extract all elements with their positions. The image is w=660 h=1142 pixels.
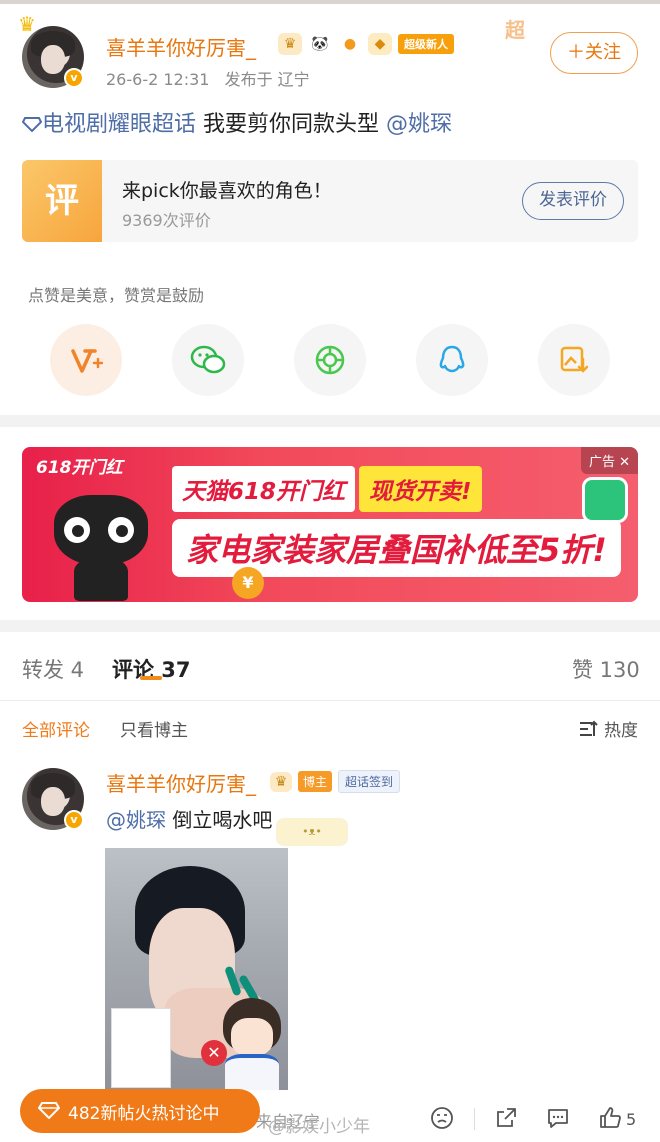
section-separator xyxy=(0,415,660,427)
mention-link[interactable]: @姚琛 xyxy=(386,112,452,137)
comment-icon[interactable] xyxy=(546,1106,570,1130)
ad-headline-tag: 现货开卖! xyxy=(359,466,482,512)
post-text: 电视剧耀眼超话 我要剪你同款头型 @姚琛 xyxy=(21,106,452,138)
topic-link[interactable]: 电视剧耀眼超话 xyxy=(21,112,203,137)
save-image-icon xyxy=(560,346,589,373)
fan-badge-icon: ♛ xyxy=(270,771,292,792)
post-review-button[interactable]: 发表评价 xyxy=(522,182,624,220)
checkin-badge: 超话签到 xyxy=(338,770,401,793)
sort-by-hot[interactable]: 热度 xyxy=(578,716,638,741)
diamond-icon xyxy=(38,1102,60,1119)
ad-corner-label: 618开门红 xyxy=(36,458,123,478)
verified-badge-icon: v xyxy=(64,810,84,830)
save-image-button[interactable] xyxy=(538,324,610,396)
tab-likes[interactable]: 赞 130 xyxy=(572,654,640,684)
v-plus-icon xyxy=(71,349,103,373)
filter-all-comments[interactable]: 全部评论 xyxy=(22,716,90,741)
follow-button[interactable]: ＋关注 xyxy=(550,32,638,74)
reward-hint: 点赞是美意，赞赏是鼓励 xyxy=(28,286,205,305)
embedded-screenshot xyxy=(111,1008,171,1088)
rating-icon: 评 xyxy=(22,160,102,242)
ad-headline-main: 天猫618开门红 xyxy=(172,466,356,512)
top-edge xyxy=(0,0,660,4)
sticker-icon: •ᴥ• xyxy=(276,818,348,846)
coin-icon: ¥ xyxy=(232,567,264,599)
ad-badge-icon xyxy=(582,477,628,523)
comment-mention-link[interactable]: @姚琛 xyxy=(106,808,166,832)
qq-icon xyxy=(439,345,465,373)
share-moments-button[interactable] xyxy=(294,324,366,396)
like-count: 5 xyxy=(626,1110,637,1129)
share-icon[interactable] xyxy=(494,1106,518,1130)
host-tag: 博主 xyxy=(298,771,333,792)
x-mark-icon: ✕ xyxy=(201,1040,227,1066)
ad-banner[interactable]: 618开门红 广告 ✕ 天猫618开门红 现货开卖! 家电家装家居叠国补低至5折… xyxy=(22,447,638,602)
panda-badge-icon: 🐼 xyxy=(308,33,332,55)
cartoon-sticker xyxy=(217,998,287,1090)
post-location: 发布于 辽宁 xyxy=(224,70,310,89)
dislike-icon[interactable] xyxy=(430,1106,454,1130)
share-wechat-button[interactable] xyxy=(172,324,244,396)
share-qq-button[interactable] xyxy=(416,324,488,396)
verified-badge-icon: v xyxy=(64,68,84,88)
wechat-icon xyxy=(190,345,226,374)
active-tab-indicator xyxy=(140,676,162,680)
action-divider xyxy=(474,1108,475,1130)
post-meta: 26-6-2 12:31 发布于 辽宁 xyxy=(106,66,320,90)
fish-badge-icon: ● xyxy=(338,33,362,55)
rating-title: 来pick你最喜欢的角色！ xyxy=(122,180,332,202)
tmall-cat-icon xyxy=(46,495,156,601)
post-username[interactable]: 喜羊羊你好厉害_ xyxy=(106,32,256,61)
moments-icon xyxy=(315,345,345,375)
share-row xyxy=(50,324,610,396)
member-badge-icon: ◆ xyxy=(368,33,392,55)
detail-tabs: 转发 4 评论 37 赞 130 xyxy=(0,640,660,698)
sort-icon xyxy=(580,720,598,736)
new-user-badge: 超级新人 xyxy=(398,34,454,54)
ad-close-button[interactable]: 广告 ✕ xyxy=(580,447,638,474)
tab-repost[interactable]: 转发 4 xyxy=(22,654,84,684)
comment-badges: ♛ 博主 超话签到 xyxy=(270,770,401,793)
comment-image[interactable]: ✕ xyxy=(105,848,288,1090)
comment-text: @姚琛 倒立喝水吧 xyxy=(106,808,273,832)
like-icon[interactable] xyxy=(598,1106,622,1130)
comment-filter-row: 全部评论 只看博主 热度 xyxy=(0,706,660,748)
tabs-divider xyxy=(0,700,660,701)
post-date: 26-6-2 12:31 xyxy=(106,70,210,89)
hot-discussion-pill[interactable]: 482新帖火热讨论中 xyxy=(20,1089,260,1133)
user-badges: ♛ 🐼 ● ◆ 超级新人 xyxy=(278,33,454,55)
reward-button[interactable] xyxy=(50,324,122,396)
filter-blogger-only[interactable]: 只看博主 xyxy=(120,716,188,741)
super-topic-icon xyxy=(21,117,43,133)
rating-card[interactable]: 评 来pick你最喜欢的角色！ 9369次评价 发表评价 xyxy=(22,160,638,242)
watermark: @影娱小少年 xyxy=(268,1117,370,1137)
fan-badge-icon: ♛ xyxy=(278,33,302,55)
ad-headline: 天猫618开门红 现货开卖! xyxy=(172,466,482,512)
rating-count: 9369次评价 xyxy=(122,211,211,230)
section-separator xyxy=(0,620,660,632)
comment-username[interactable]: 喜羊羊你好厉害_ xyxy=(106,768,256,797)
